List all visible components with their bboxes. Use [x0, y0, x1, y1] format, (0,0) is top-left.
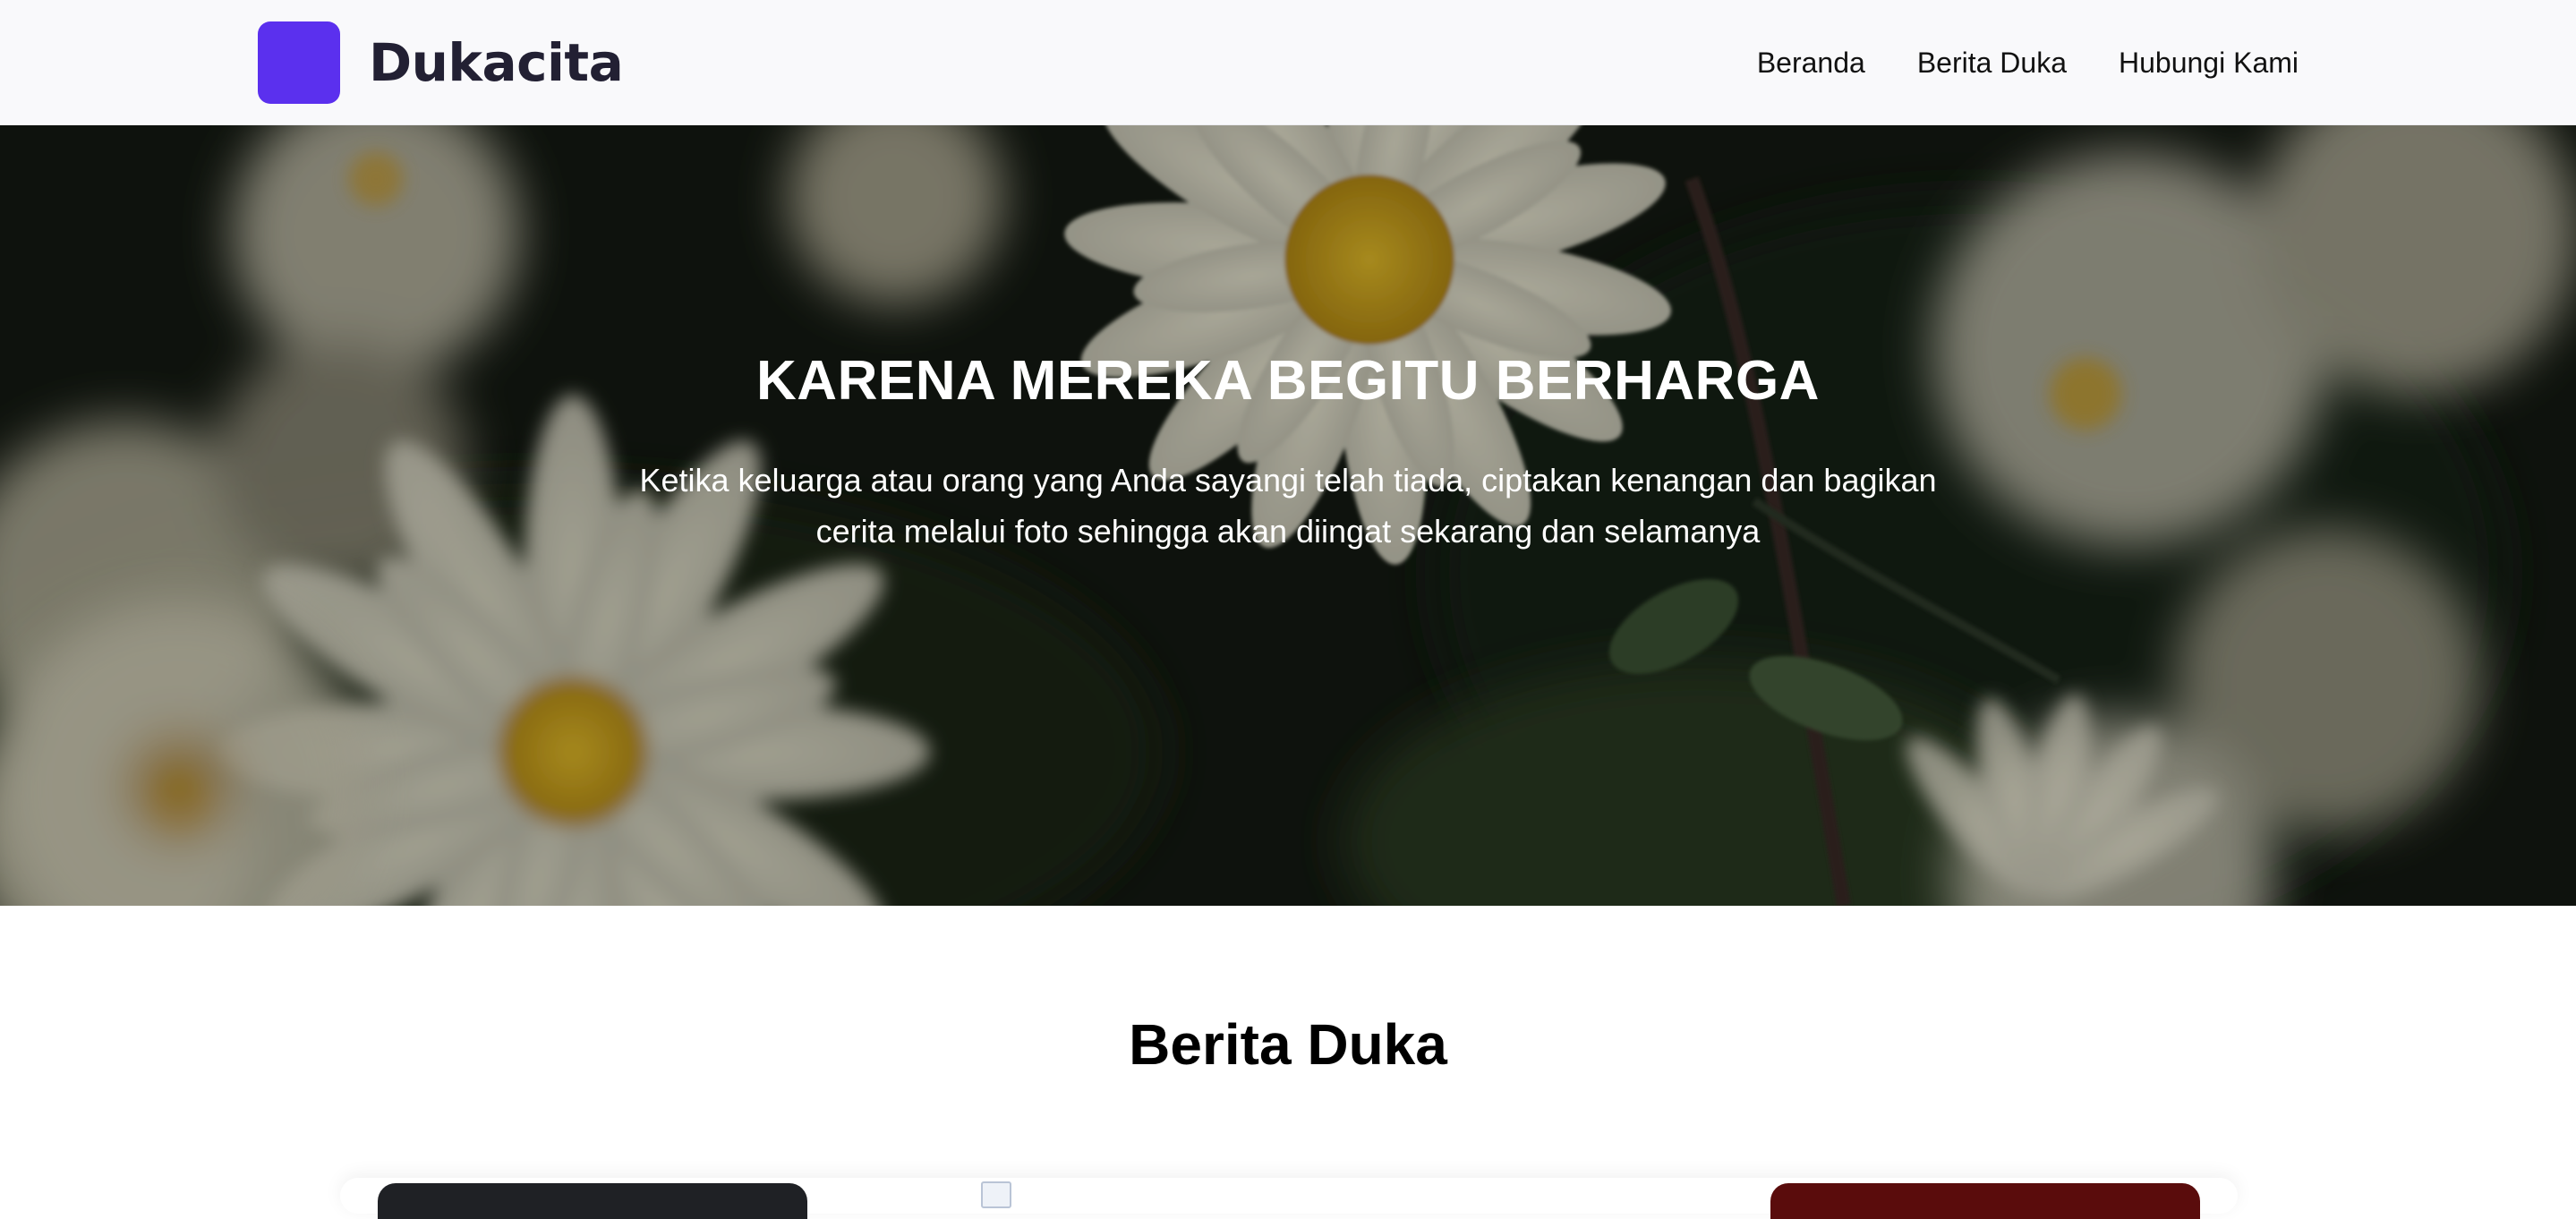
section-title-berita-duka: Berita Duka [1129, 1012, 1447, 1077]
broken-image-icon[interactable] [981, 1181, 1011, 1208]
nav-item-hubungi-kami[interactable]: Hubungi Kami [2119, 47, 2299, 80]
hero-title: KARENA MEREKA BEGITU BERHARGA [756, 350, 1820, 412]
obituary-card-1[interactable] [378, 1183, 807, 1219]
nav-item-beranda[interactable]: Beranda [1757, 47, 1865, 80]
hero-banner: KARENA MEREKA BEGITU BERHARGA Ketika kel… [0, 125, 2576, 906]
hero-subtitle: Ketika keluarga atau orang yang Anda say… [639, 462, 1937, 550]
brand-logo[interactable]: Dukacita [258, 21, 624, 104]
brand-name: Dukacita [369, 32, 624, 93]
main-nav: Beranda Berita Duka Hubungi Kami [1757, 0, 2299, 125]
obituary-card-3[interactable] [1770, 1183, 2200, 1219]
logo-mark-icon [258, 21, 340, 104]
site-header: Dukacita Beranda Berita Duka Hubungi Kam… [0, 0, 2576, 125]
nav-item-berita-duka[interactable]: Berita Duka [1917, 47, 2067, 80]
